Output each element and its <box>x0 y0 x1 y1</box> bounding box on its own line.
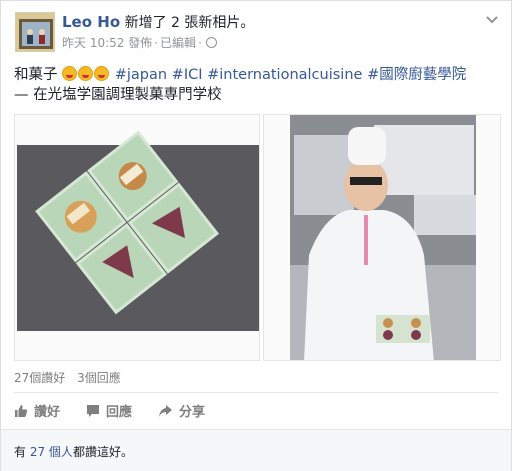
emoji-icon <box>78 66 94 81</box>
comments-count[interactable]: 3個回應 <box>77 371 121 385</box>
meta-separator: · <box>154 35 159 50</box>
post-text-line-1: 和菓子 #japan #ICI #internationalcuisine #國… <box>14 65 494 85</box>
emoji-icon <box>94 66 110 81</box>
likes-summary-suffix: 都讚這好。 <box>72 445 133 459</box>
likes-count[interactable]: 27個讚好 <box>14 371 65 385</box>
post-action-text: 新增了 2 張新相片。 <box>124 15 255 31</box>
emoji-icon <box>62 66 78 81</box>
likes-summary-prefix: 有 <box>14 445 27 459</box>
comment-label: 回應 <box>106 405 133 420</box>
edited-label[interactable]: 已編輯 <box>160 34 196 51</box>
globe-icon[interactable] <box>205 37 217 48</box>
action-bar: 讚好 回應 分享 <box>14 401 231 420</box>
share-label: 分享 <box>179 405 206 420</box>
author-line: Leo Ho 新增了 2 張新相片。 <box>62 12 254 32</box>
share-icon <box>159 404 173 417</box>
hashtag-link[interactable]: #japan <box>115 67 167 83</box>
post-text-prefix: 和菓子 <box>14 67 58 83</box>
chevron-down-icon[interactable] <box>485 15 499 25</box>
hashtag-link[interactable]: #ICI <box>172 67 203 83</box>
thumbs-up-icon <box>15 404 28 417</box>
post-text: 和菓子 #japan #ICI #internationalcuisine #國… <box>14 65 494 105</box>
author-name[interactable]: Leo Ho <box>62 13 120 31</box>
likes-summary: 有 27 個人都讚這好。 <box>1 429 511 471</box>
comment-button[interactable]: 回應 <box>86 401 132 420</box>
likes-people-link[interactable]: 27 個人 <box>30 445 73 459</box>
likes-summary-text: 有 27 個人都讚這好。 <box>14 443 133 460</box>
hashtag-link[interactable]: #internationalcuisine <box>207 67 362 83</box>
avatar[interactable] <box>15 12 55 52</box>
like-button[interactable]: 讚好 <box>14 401 60 420</box>
meta-separator: · <box>198 35 202 50</box>
divider <box>14 392 498 393</box>
comment-icon <box>87 404 100 417</box>
share-button[interactable]: 分享 <box>158 401 205 420</box>
timestamp[interactable]: 昨天 10:52 發佈 <box>62 34 152 51</box>
post-card: Leo Ho 新增了 2 張新相片。 昨天 10:52 發佈 · 已編輯 · 和… <box>0 0 512 471</box>
engagement-counts: 27個讚好 3個回應 <box>14 369 129 386</box>
photo-wagashi[interactable] <box>14 114 260 361</box>
post-meta: 昨天 10:52 發佈 · 已編輯 · <box>62 34 217 51</box>
location-text[interactable]: — 在光塩学園調理製菓専門学校 <box>14 85 494 105</box>
like-label: 讚好 <box>34 405 61 420</box>
hashtag-link[interactable]: #國際廚藝學院 <box>367 67 466 83</box>
photo-chef[interactable] <box>263 114 501 361</box>
